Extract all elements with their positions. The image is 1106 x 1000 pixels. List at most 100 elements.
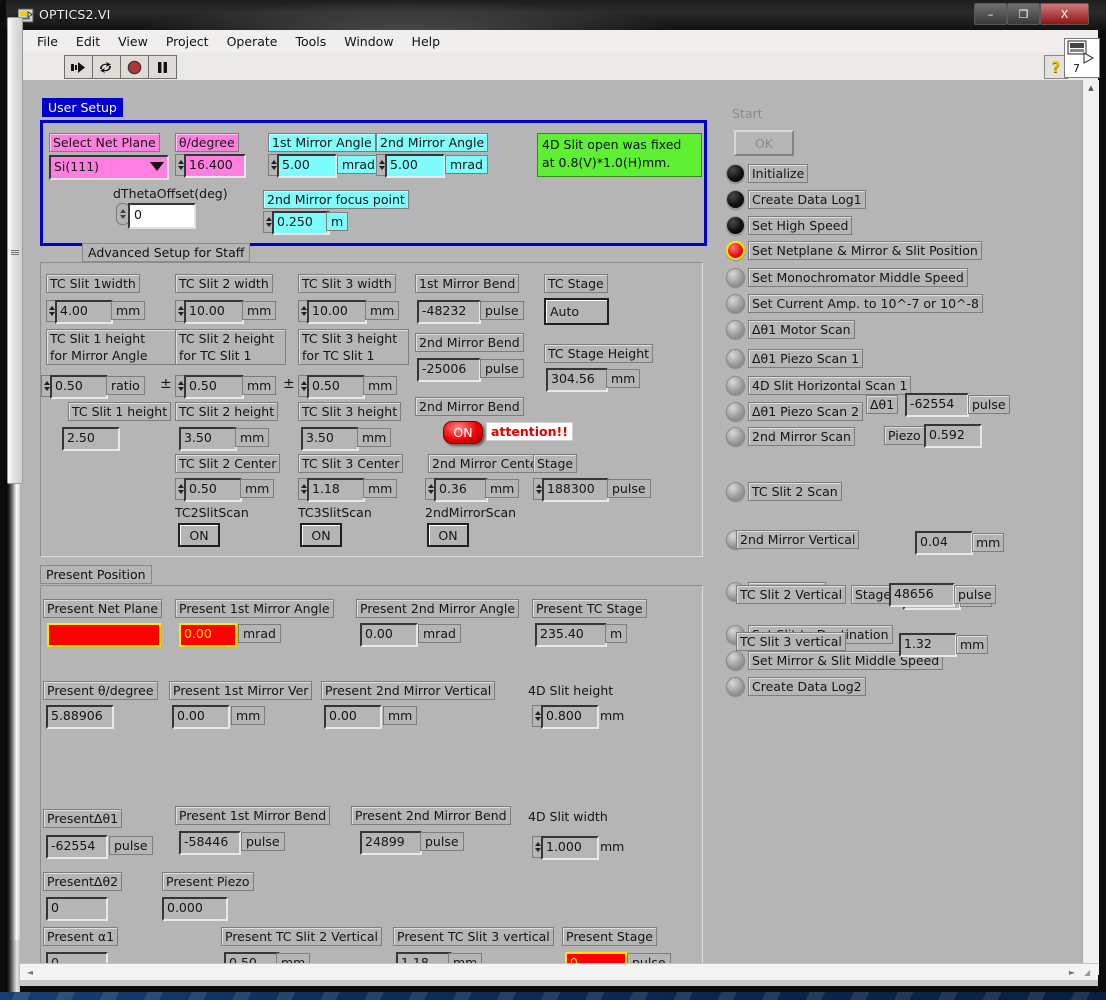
tc-slit2-height-for-field[interactable]: 0.50 [184,375,244,399]
sequence-step-10[interactable]: 2nd Mirror Scan [726,427,855,446]
tab-advanced-setup[interactable]: Advanced Setup for Staff [82,243,251,262]
sequence-tc-slit3-vertical-field[interactable]: 1.32 [899,633,957,657]
tc2slitscan-label: TC2SlitScan [175,505,249,520]
sequence-step-9[interactable]: Δθ1 Piezo Scan 2 [726,402,864,421]
second-mirror-angle-field[interactable]: 5.00 [385,154,445,178]
sequence-step-led-3[interactable] [726,241,745,260]
abort-pause-group [120,55,177,79]
tc3slitscan-toggle[interactable]: ON [300,523,342,547]
present-dtheta1-unit: pulse [109,836,153,855]
second-mirror-bend-toggle[interactable]: ON [443,421,483,444]
sequence-step-11[interactable]: TC Slit 2 Scan [726,482,842,501]
menu-item-operate[interactable]: Operate [218,32,287,51]
tc2slitscan-toggle[interactable]: ON [178,523,220,547]
tc-slit3-height-for-field[interactable]: 0.50 [307,375,365,399]
close-button[interactable]: X [1040,3,1089,25]
tc-stage-mode[interactable]: Auto [544,298,609,325]
theta-degree-label: θ/degree [175,133,239,152]
scroll-left-icon[interactable]: ◄ [22,964,38,980]
menu-item-window[interactable]: Window [335,32,402,51]
sequence-step-8[interactable]: 4D Slit Horizontal Scan 1 [726,376,912,395]
menu-item-help[interactable]: Help [403,32,450,51]
advanced-stage-field[interactable]: 188300 [542,478,609,502]
dtheta-offset-field[interactable]: 0 [128,203,196,229]
second-mirror-focus-field[interactable]: 0.250 [272,211,330,235]
sequence-dtheta1-field[interactable]: -62554 [905,393,969,417]
tc-slit2-center-field[interactable]: 0.50 [184,478,242,502]
menu-item-view[interactable]: View [109,32,157,51]
select-net-plane-dropdown[interactable]: Si(111) [49,155,169,180]
menu-item-edit[interactable]: Edit [67,32,109,51]
menu-item-project[interactable]: Project [157,32,218,51]
tab-user-setup[interactable]: User Setup [42,98,123,117]
scroll-up-icon[interactable]: ▲ [1083,80,1099,96]
tc-slit3-height-label: TC Slit 3 height [298,402,402,421]
sequence-step-led-9[interactable] [726,402,745,421]
second-mirror-bend-field[interactable]: -25006 [417,358,481,382]
sequence-step-4[interactable]: Set Monochromator Middle Speed [726,268,968,287]
sequence-step-led-4[interactable] [726,268,745,287]
first-mirror-bend-unit: pulse [480,301,524,320]
menu-bar: File Edit View Project Operate Tools Win… [20,30,1098,53]
abort-stop-icon[interactable] [121,56,148,78]
menu-item-file[interactable]: File [28,32,67,51]
sequence-step-led-6[interactable] [726,320,745,339]
sequence-step-led-0[interactable] [726,164,745,183]
sequence-step-led-15[interactable] [726,651,745,670]
first-mirror-bend-field[interactable]: -48232 [417,300,481,324]
vertical-scroll-thumb[interactable] [7,17,23,484]
sequence-step-1[interactable]: Create Data Log1 [726,190,866,209]
sequence-step-led-8[interactable] [726,376,745,395]
run-arrow-icon[interactable] [65,56,92,78]
ok-button[interactable]: OK [734,130,794,156]
sequence-step-label-8: 4D Slit Horizontal Scan 1 [748,376,912,395]
tc-slit3-center-field[interactable]: 1.18 [307,478,365,502]
present-tc-slit2-vertical-label: Present TC Slit 2 Vertical [221,927,382,946]
tc-slit3-width-field[interactable]: 10.00 [307,300,367,324]
sequence-step-7[interactable]: Δθ1 Piezo Scan 1 [726,349,864,368]
plusminus-1: ± [160,376,172,392]
tc-slit1-height-ratio-field[interactable]: 0.50 [50,375,108,399]
sequence-piezo-field[interactable]: 0.592 [924,424,982,448]
sequence-step-0[interactable]: Initialize [726,164,809,183]
pause-icon[interactable] [149,56,176,78]
second-mirror-bend-label: 2nd Mirror Bend [415,333,524,352]
tc-slit1-width-field[interactable]: 4.00 [55,300,113,324]
run-continuous-icon[interactable] [93,56,120,78]
second-mirror-center-field[interactable]: 0.36 [434,478,488,502]
present-tc-slit3-vertical-label: Present TC Slit 3 vertical [393,927,554,946]
vertical-scrollbar[interactable]: ▲ ▼ [1082,80,1099,975]
sequence-step-16[interactable]: Create Data Log2 [726,677,866,696]
slit4d-height-field[interactable]: 0.800 [541,705,599,729]
sequence-step-led-10[interactable] [726,427,745,446]
tc-slit2-width-field[interactable]: 10.00 [184,300,244,324]
first-mirror-angle-field[interactable]: 5.00 [277,154,337,178]
vi-connector-pane-icon[interactable]: 7 [1064,38,1100,78]
sequence-step-2[interactable]: Set High Speed [726,216,853,235]
sequence-step-led-1[interactable] [726,190,745,209]
sequence-step-6[interactable]: Δθ1 Motor Scan [726,320,855,339]
horizontal-scrollbar[interactable]: ◄ ► ◢ [20,963,1098,981]
sequence-step-led-5[interactable] [726,294,745,313]
sequence-stage-field[interactable]: 48656 [889,583,955,607]
sequence-step-led-16[interactable] [726,677,745,696]
tab-present-position[interactable]: Present Position [40,565,152,584]
minimize-button[interactable]: – [974,3,1007,25]
sequence-step-led-7[interactable] [726,349,745,368]
second-mirror-scan-toggle[interactable]: ON [427,523,469,547]
second-mirror-vertical-unit: mm [972,533,1005,552]
theta-degree-field[interactable]: 16.400 [184,154,246,178]
scroll-right-icon[interactable]: ► [1064,964,1080,980]
second-mirror-vertical-field[interactable]: 0.04 [915,531,973,555]
resize-grip-icon[interactable]: ◢ [1084,968,1096,980]
sequence-step-led-11[interactable] [726,482,745,501]
sequence-step-3[interactable]: Set Netplane & Mirror & Slit Position [726,241,982,260]
present-dtheta1-label: PresentΔθ1 [43,809,123,828]
sequence-step-label-11: TC Slit 2 Scan [748,482,842,501]
present-second-mirror-bend-unit: pulse [420,832,464,851]
slit4d-width-field[interactable]: 1.000 [541,836,599,860]
maximize-button[interactable]: ❐ [1007,3,1040,25]
sequence-step-led-2[interactable] [726,216,745,235]
sequence-step-5[interactable]: Set Current Amp. to 10^-7 or 10^-8 [726,294,983,313]
menu-item-tools[interactable]: Tools [286,32,335,51]
